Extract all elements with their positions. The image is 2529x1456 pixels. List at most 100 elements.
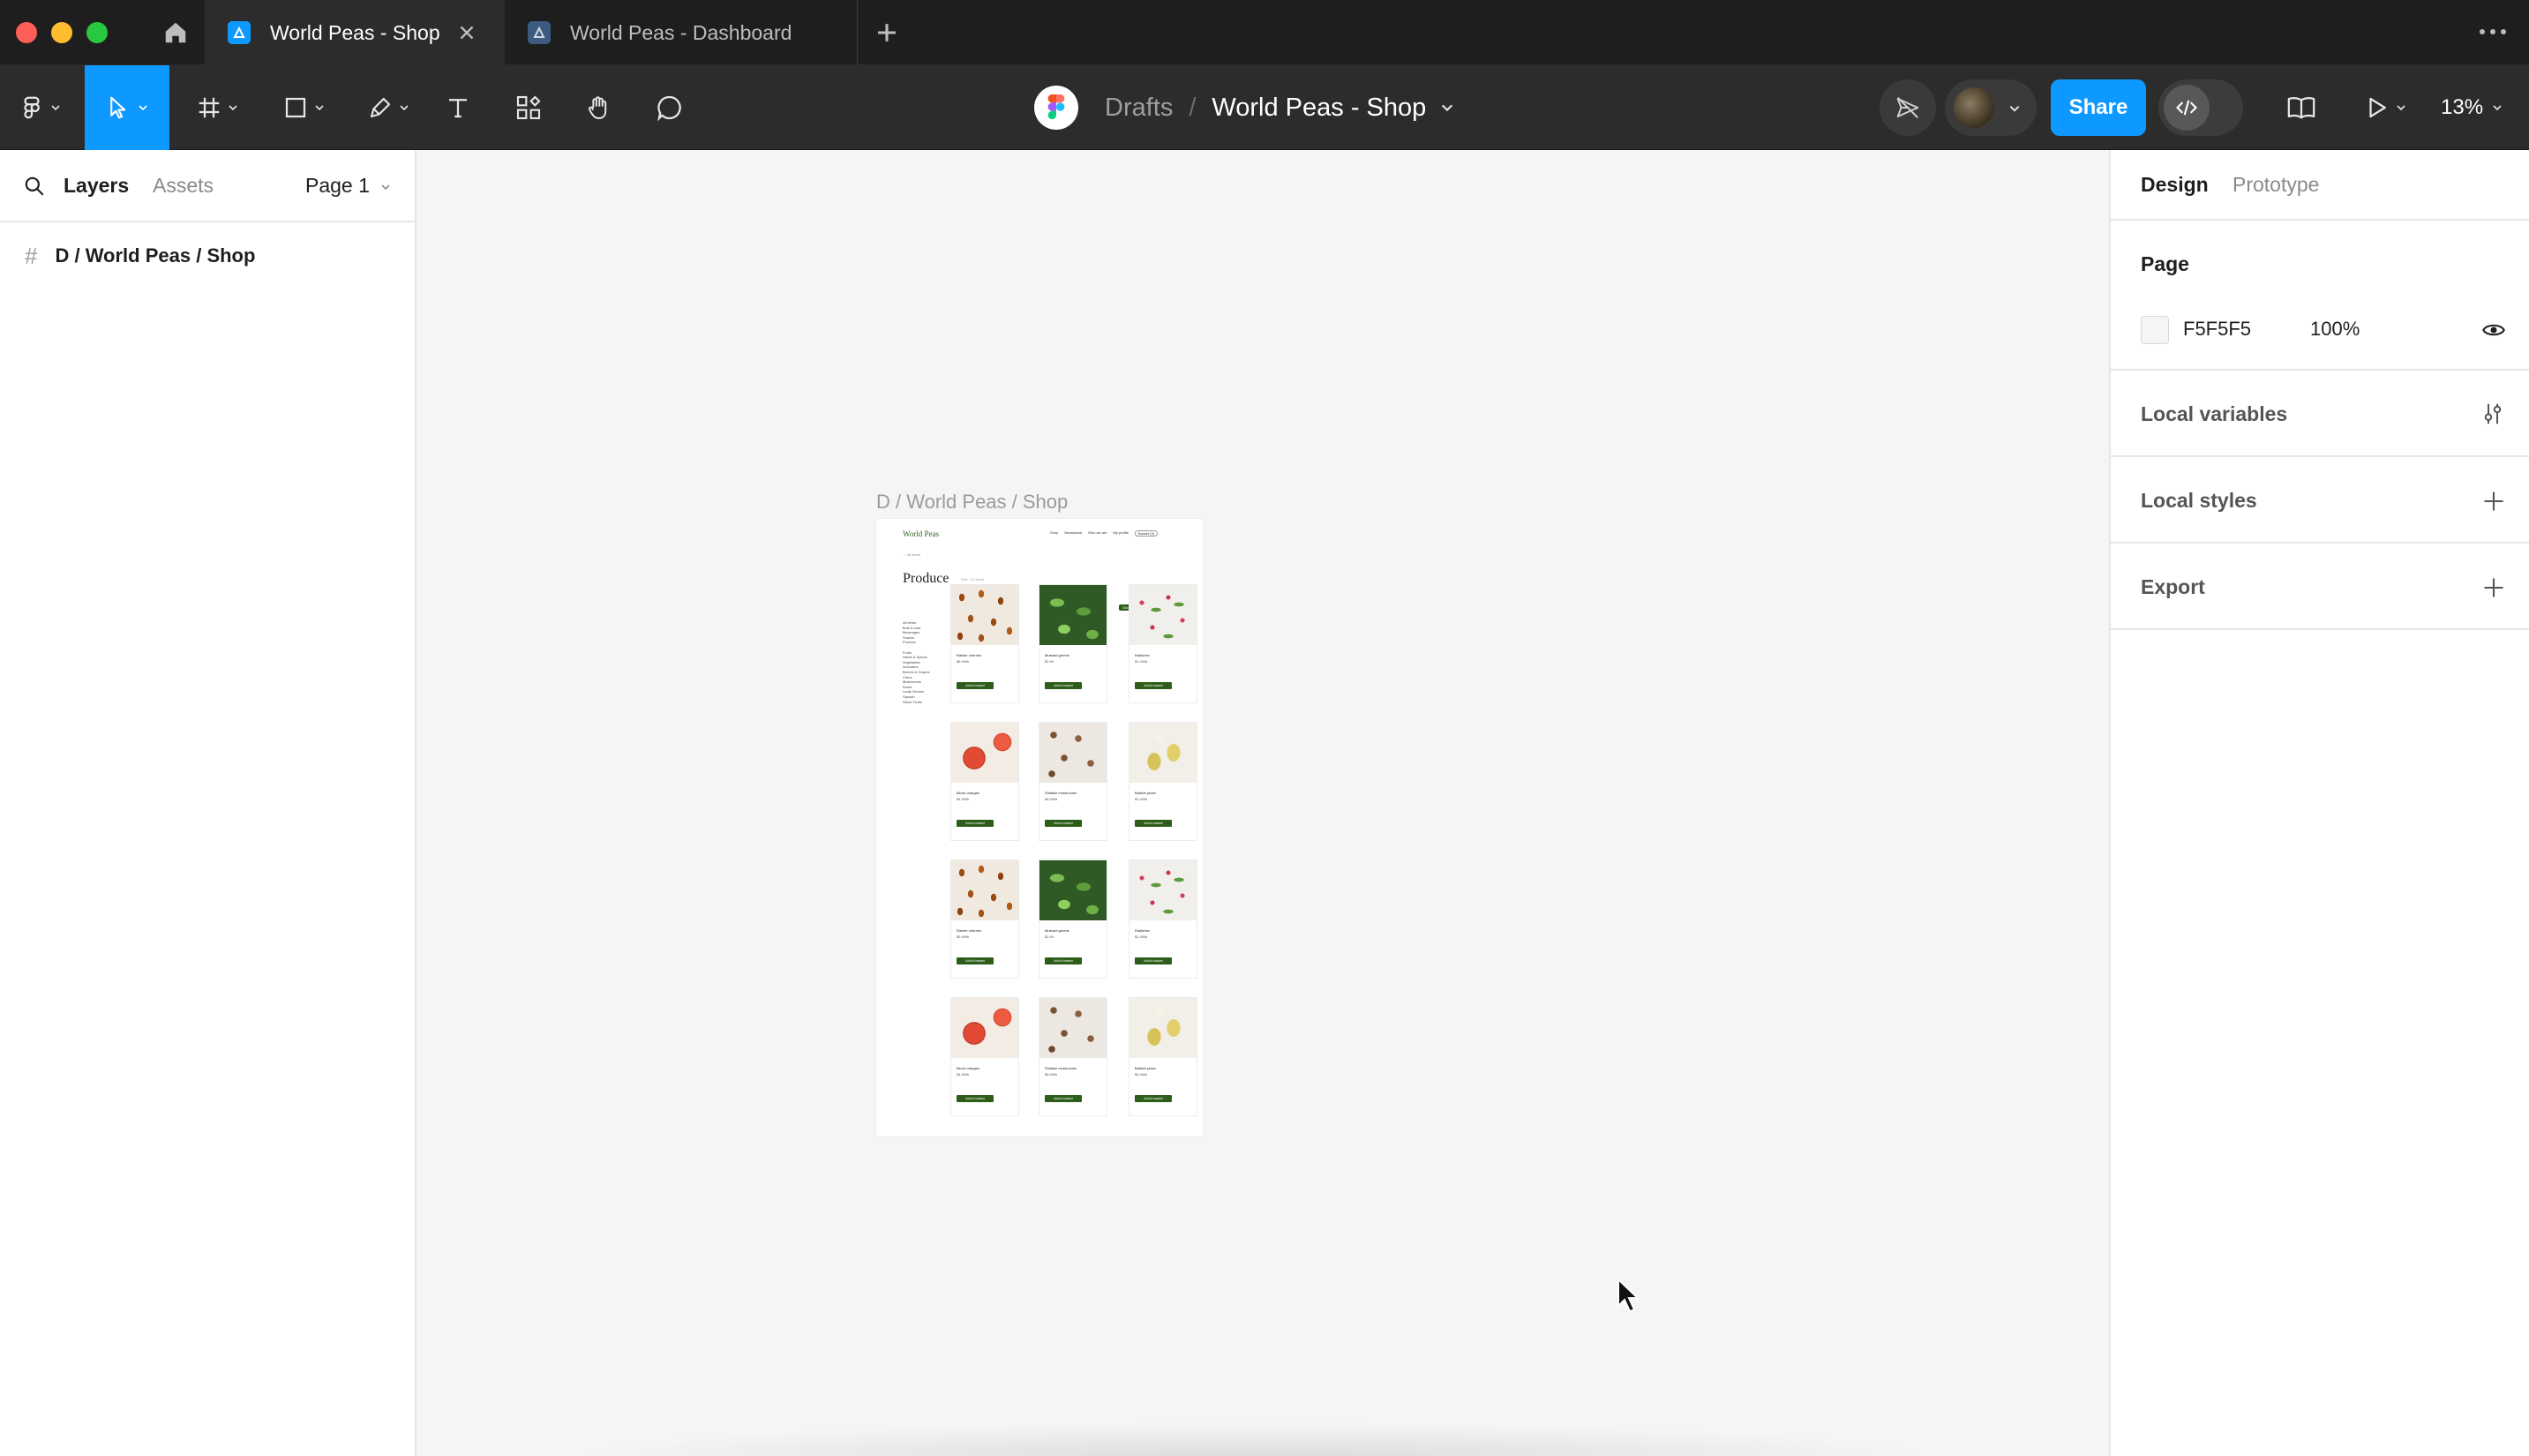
chevron-down-icon — [51, 105, 60, 111]
main-menu-button[interactable] — [12, 65, 67, 150]
cursor-arrow-icon — [110, 96, 126, 119]
frame-nav: Shop Newsstand Who we are My profile Bas… — [1050, 530, 1159, 537]
tab-assets[interactable]: Assets — [153, 174, 214, 198]
plugins-button[interactable] — [1880, 79, 1936, 136]
move-tool-button[interactable] — [85, 65, 169, 150]
chevron-down-icon[interactable] — [1440, 101, 1454, 115]
plus-icon[interactable] — [872, 18, 902, 48]
hand-tool-button[interactable] — [577, 65, 621, 150]
frame-basket-button: Basket (3) — [1134, 530, 1159, 537]
code-icon — [2164, 85, 2210, 131]
file-name[interactable]: World Peas - Shop — [1212, 94, 1426, 123]
minimize-window-button[interactable] — [51, 22, 72, 43]
frame-product-image — [1129, 585, 1197, 645]
frame-label[interactable]: D / World Peas / Shop — [876, 491, 1068, 514]
zoom-menu[interactable]: 13% — [2441, 65, 2503, 150]
frame-heading: Produce — [903, 571, 949, 586]
frame-product-name: Blood oranges — [957, 791, 979, 795]
chevron-down-icon — [315, 105, 324, 111]
dev-mode-toggle[interactable] — [2158, 79, 2243, 136]
plus-icon[interactable] — [2481, 489, 2506, 514]
frame-nav-item: Shop — [1050, 530, 1059, 535]
frame-product-image — [1039, 585, 1107, 645]
frame-product-name: Radishes — [1135, 653, 1150, 657]
frame-product-name: Mustard greens — [1045, 653, 1069, 657]
frame-add-to-basket-button: Add to basket — [957, 1095, 994, 1102]
frame-product-card: Radishes $1.49/lb Add to basket — [1129, 859, 1197, 979]
tab-world-peas-dashboard[interactable]: World Peas - Dashboard — [505, 0, 858, 65]
tab-design[interactable]: Design — [2141, 173, 2209, 197]
tab-layers[interactable]: Layers — [64, 174, 129, 198]
tab-world-peas-shop[interactable]: World Peas - Shop — [205, 0, 505, 65]
close-window-button[interactable] — [16, 22, 37, 43]
canvas-edge-shadow — [565, 1422, 1941, 1456]
page-color-swatch[interactable] — [2141, 316, 2169, 344]
library-button[interactable] — [2278, 65, 2324, 150]
frame-product-image — [1039, 723, 1107, 783]
frame-product-price: $6.99/lb — [1045, 797, 1058, 801]
chevron-down-icon — [139, 105, 147, 111]
frame-product-price: $1.49/lb — [1135, 934, 1148, 939]
plus-icon[interactable] — [2481, 575, 2506, 600]
layer-row[interactable]: # D / World Peas / Shop — [0, 235, 415, 277]
figma-color-logo-icon — [1034, 86, 1078, 130]
frame-product-card: Mustard greens $2.99 Add to basket — [1039, 584, 1107, 703]
pen-tool-button[interactable] — [355, 65, 422, 150]
frame-nav-item: Who we are — [1088, 530, 1107, 535]
local-variables-section[interactable]: Local variables — [2111, 371, 2529, 457]
close-tab-icon[interactable] — [455, 21, 478, 44]
components-icon — [516, 95, 541, 120]
frame-add-to-basket-button: Add to basket — [1135, 1095, 1172, 1102]
frame-add-to-basket-button: Add to basket — [1135, 820, 1172, 827]
home-icon — [165, 22, 186, 43]
frame-product-image — [951, 860, 1018, 920]
frame-product-card: Shiitake mushrooms $6.99/lb Add to basket — [1039, 722, 1107, 841]
share-button[interactable]: Share — [2051, 79, 2146, 136]
shop-frame[interactable]: World Peas Shop Newsstand Who we are My … — [876, 519, 1203, 1137]
home-button[interactable] — [148, 0, 203, 65]
hand-icon — [589, 96, 607, 119]
frame-nav-item: My profile — [1113, 530, 1129, 535]
text-tool-button[interactable] — [436, 65, 480, 150]
frame-product-name: Bartlett pears — [1135, 1066, 1156, 1070]
present-button[interactable] — [2354, 65, 2416, 150]
tab-prototype[interactable]: Prototype — [2233, 173, 2319, 197]
frame-add-to-basket-button: Add to basket — [1045, 957, 1082, 964]
frame-product-name: Rainier cherries — [957, 928, 982, 933]
left-panel-header: Layers Assets Page 1 — [0, 150, 415, 222]
page-section-title: Page — [2141, 252, 2189, 275]
frame-product-price: $4.99/lb — [957, 797, 970, 801]
text-icon — [449, 99, 467, 118]
pen-icon — [370, 97, 391, 118]
right-panel-tabs: Design Prototype — [2111, 150, 2529, 221]
page-color-hex[interactable]: F5F5F5 — [2183, 318, 2251, 341]
page-selector[interactable]: Page 1 — [305, 174, 391, 198]
page-selector-label: Page 1 — [305, 174, 370, 197]
frame-product-card: Rainier cherries $5.99/lb Add to basket — [950, 584, 1019, 703]
frame-add-to-basket-button: Add to basket — [1045, 820, 1082, 827]
file-breadcrumb: Drafts / World Peas - Shop — [1034, 65, 1454, 150]
maximize-window-button[interactable] — [86, 22, 108, 43]
title-bar: World Peas - Shop World Peas - Dashboard — [0, 0, 2529, 65]
frame-product-card: Mustard greens $2.99 Add to basket — [1039, 859, 1107, 979]
frame-product-name: Rainier cherries — [957, 653, 982, 657]
eye-icon[interactable] — [2481, 318, 2506, 342]
breadcrumb-folder-link[interactable]: Drafts — [1105, 94, 1173, 123]
search-icon[interactable] — [23, 175, 46, 198]
resources-tool-button[interactable] — [507, 65, 551, 150]
frame-tool-button[interactable] — [184, 65, 251, 150]
multiplayer-avatars[interactable] — [1945, 79, 2037, 136]
more-options-icon[interactable] — [2480, 29, 2506, 34]
frame-brand: World Peas — [903, 529, 940, 538]
page-opacity[interactable]: 100% — [2310, 318, 2360, 341]
play-icon — [2369, 97, 2386, 118]
frame-add-to-basket-button: Add to basket — [957, 957, 994, 964]
comment-tool-button[interactable] — [648, 65, 692, 150]
local-variables-label: Local variables — [2141, 402, 2288, 425]
frame-product-image — [1129, 860, 1197, 920]
frame-product-price: $2.99 — [1045, 934, 1054, 939]
frame-product-card: Radishes $1.49/lb Add to basket — [1129, 584, 1197, 703]
shape-tool-button[interactable] — [270, 65, 337, 150]
sliders-icon[interactable] — [2480, 401, 2506, 427]
chevron-down-icon — [2009, 106, 2020, 112]
